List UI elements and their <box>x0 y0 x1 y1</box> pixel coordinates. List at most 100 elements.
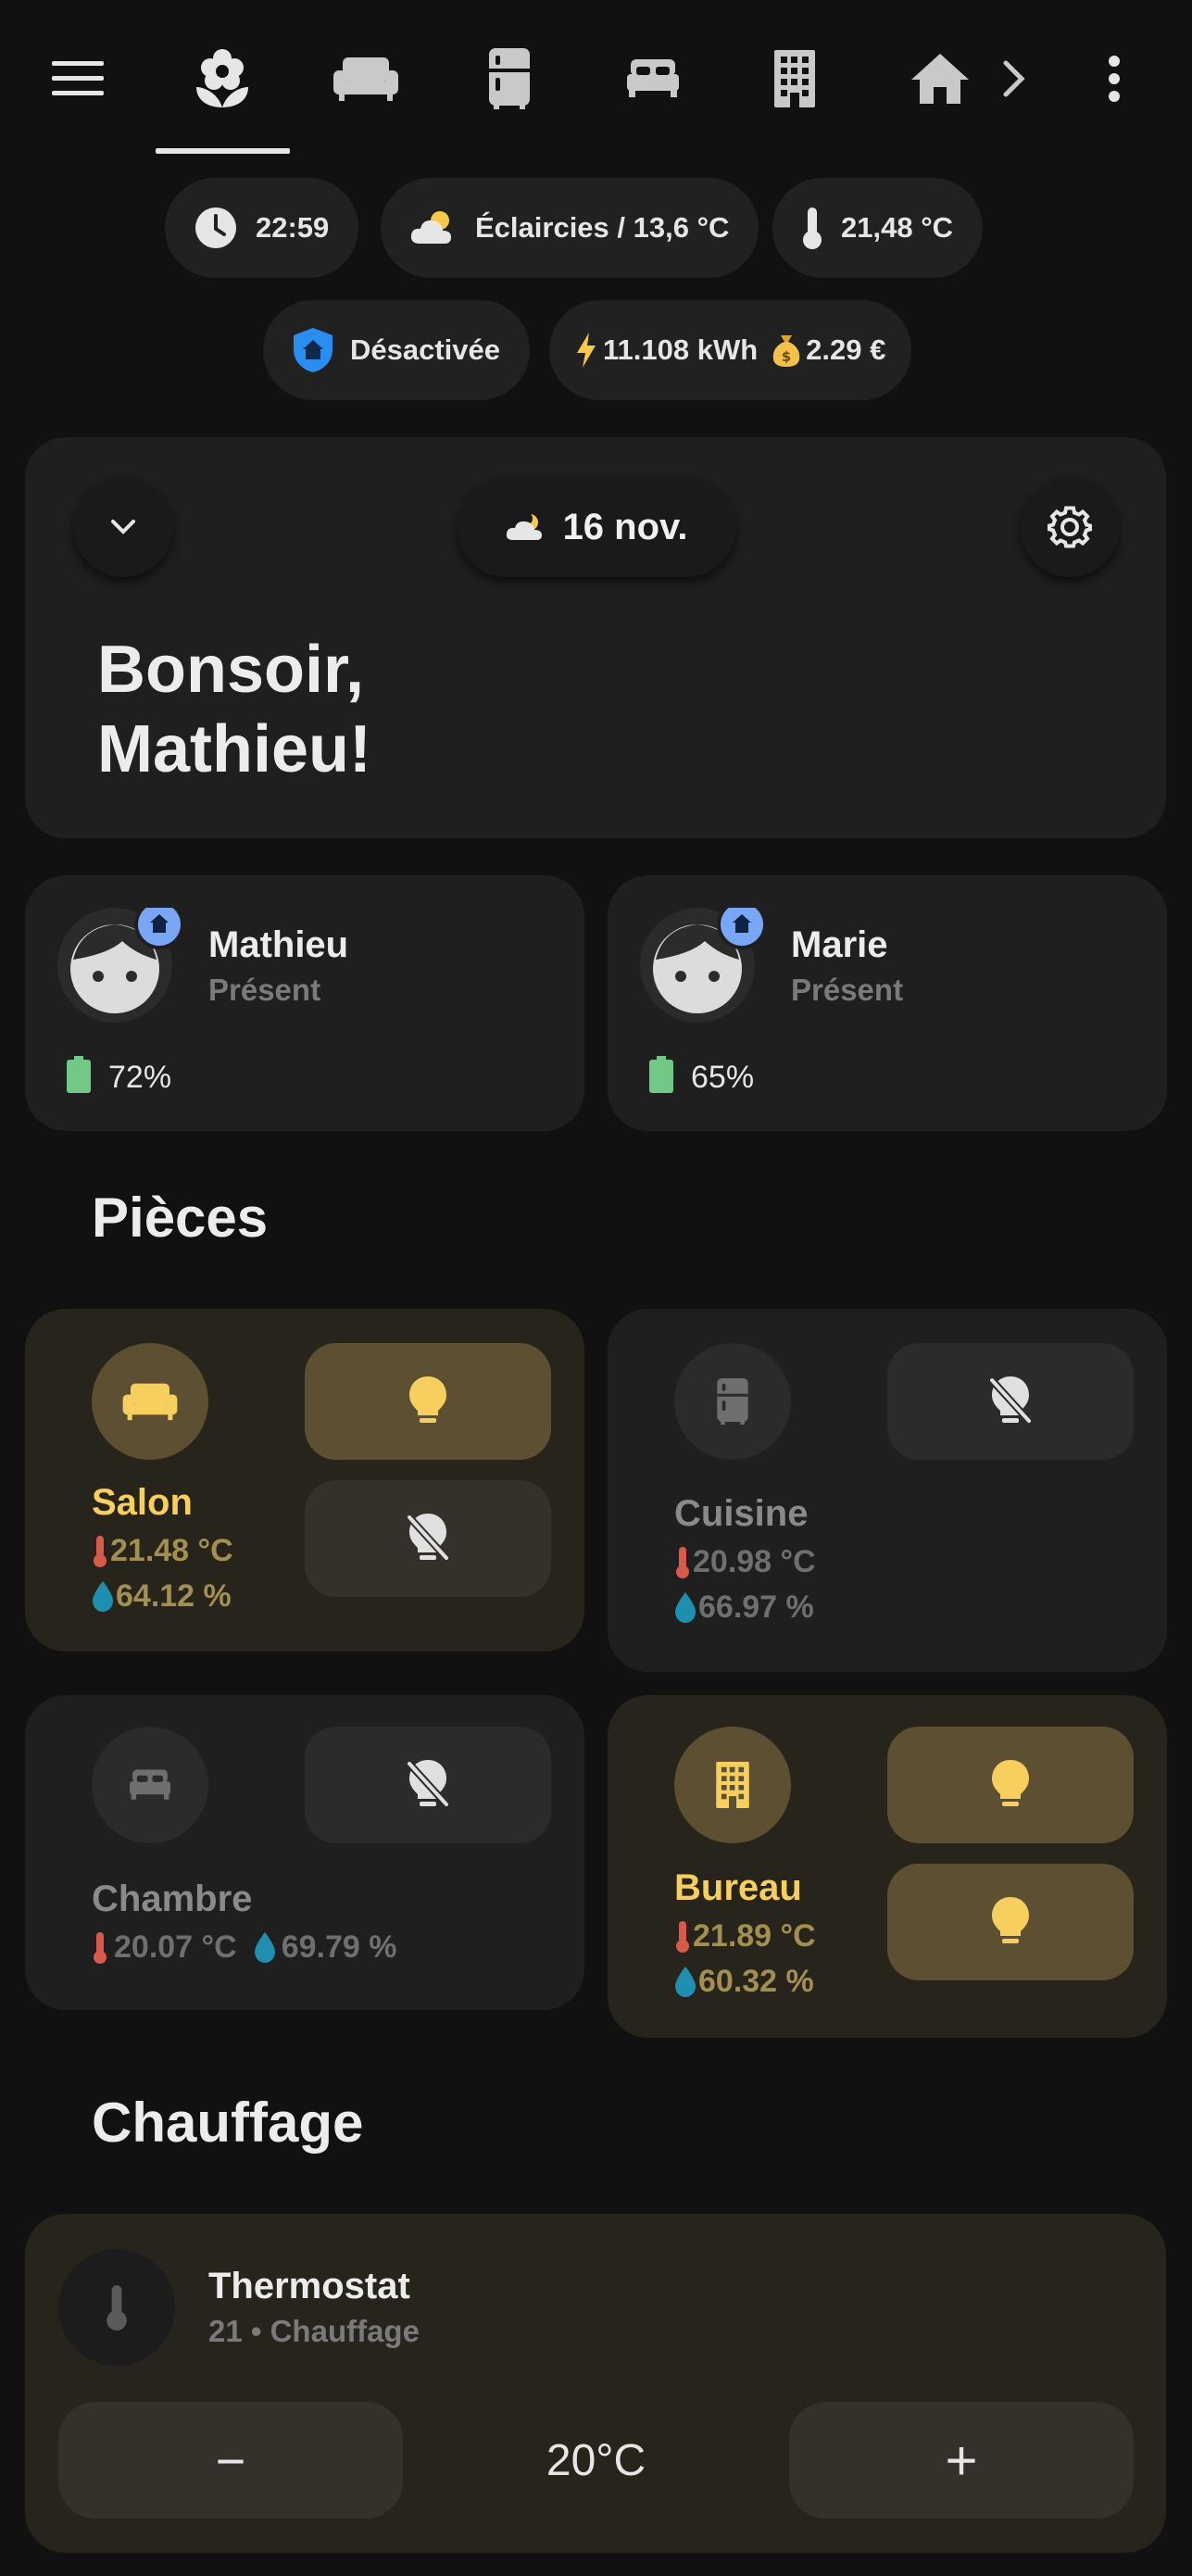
temperature-value: 20.07 °C <box>114 1929 237 1965</box>
thermostat-state: 21 • Chauffage <box>208 2314 420 2348</box>
time-chip[interactable]: 22:59 <box>165 178 359 278</box>
room-stats-inline: 20.07 °C 69.79 % <box>92 1929 396 1966</box>
room-humidity: 64.12 % <box>92 1578 232 1615</box>
room-humidity: 60.32 % <box>674 1964 814 2000</box>
partly-cloudy-icon <box>410 208 457 247</box>
fridge-icon[interactable] <box>674 1343 791 1460</box>
lightbulb-off-icon <box>988 1376 1033 1426</box>
room-humidity: 66.97 % <box>674 1590 814 1626</box>
temperature-value: 20.98 °C <box>693 1544 816 1579</box>
more-vertical-icon[interactable] <box>1077 42 1151 116</box>
temperature-value: 21.48 °C <box>110 1533 233 1568</box>
lightbulb-on-icon <box>992 1760 1029 1810</box>
battery-icon <box>649 1056 673 1093</box>
light-toggle-on[interactable] <box>305 1343 551 1460</box>
date-text: 16 nov. <box>562 506 688 547</box>
light-toggle-off[interactable] <box>305 1480 551 1597</box>
room-name: Bureau <box>674 1867 802 1908</box>
cost-text: 2.29 € <box>806 333 886 366</box>
sofa-icon[interactable] <box>329 42 403 116</box>
office-building-icon[interactable] <box>674 1727 791 1843</box>
temperature-value: 21.89 °C <box>693 1918 816 1954</box>
avatar <box>57 908 187 1037</box>
room-name: Cuisine <box>674 1493 809 1534</box>
settings-button[interactable] <box>1020 477 1120 577</box>
person-status: Présent <box>208 973 321 1007</box>
person-name: Marie <box>791 924 888 965</box>
energy-text: 11.108 kWh <box>603 333 759 366</box>
gear-icon <box>1047 504 1093 550</box>
top-navigation <box>0 0 1192 157</box>
room-name: Chambre <box>92 1879 253 1919</box>
humidity-value: 64.12 % <box>116 1578 232 1614</box>
person-status: Présent <box>791 973 904 1007</box>
heating-section-title: Chauffage <box>92 2092 364 2154</box>
date-pill[interactable]: 16 nov. <box>457 477 736 577</box>
sofa-icon[interactable] <box>92 1343 208 1460</box>
water-drop-icon <box>92 1580 114 1613</box>
clock-icon <box>194 207 237 249</box>
svg-text:$: $ <box>782 348 791 365</box>
rooms-section-title: Pièces <box>92 1187 269 1249</box>
increase-temperature-button[interactable]: + <box>789 2402 1134 2519</box>
money-bag-icon: $ <box>772 333 800 367</box>
humidity-value: 60.32 % <box>698 1964 814 1999</box>
fridge-icon[interactable] <box>472 42 546 116</box>
water-drop-icon <box>674 1591 696 1624</box>
energy-chip[interactable]: 11.108 kWh $ 2.29 € <box>549 300 912 400</box>
room-temperature: 20.98 °C <box>674 1544 816 1580</box>
light-toggle-off[interactable] <box>305 1727 551 1843</box>
thermometer-icon <box>92 1931 108 1965</box>
partly-cloudy-night-icon <box>506 511 546 543</box>
room-temperature: 21.48 °C <box>92 1533 233 1569</box>
battery-level: 65% <box>691 1060 755 1095</box>
temperature-text: 21,48 °C <box>841 211 953 244</box>
bed-icon[interactable] <box>616 42 690 116</box>
target-temperature: 20°C <box>546 2435 646 2485</box>
light-toggle-on[interactable] <box>887 1727 1134 1843</box>
thermometer-icon <box>674 1546 691 1579</box>
room-name: Salon <box>92 1482 193 1523</box>
chevron-right-icon[interactable] <box>977 42 1051 116</box>
lightbulb-on-icon <box>992 1897 1029 1947</box>
thermometer-icon[interactable] <box>58 2249 175 2366</box>
plus-icon: + <box>945 2429 978 2492</box>
decrease-temperature-button[interactable]: − <box>58 2402 403 2519</box>
light-toggle-off[interactable] <box>887 1343 1134 1460</box>
greeting-heading: Bonsoir, Mathieu! <box>97 630 371 789</box>
water-drop-icon <box>674 1966 696 1998</box>
avatar <box>640 908 770 1037</box>
chevron-down-icon <box>109 518 137 536</box>
weather-text: Éclaircies / 13,6 °C <box>475 211 730 244</box>
greeting-line-1: Bonsoir, <box>97 633 365 707</box>
thermometer-icon <box>92 1535 108 1568</box>
menu-icon[interactable] <box>41 42 115 116</box>
lightbulb-off-icon <box>406 1514 450 1564</box>
water-drop-icon <box>254 1931 276 1964</box>
flower-icon[interactable] <box>185 42 259 116</box>
alarm-chip[interactable]: Désactivée <box>263 300 531 400</box>
temperature-chip[interactable]: 21,48 °C <box>772 178 983 278</box>
weather-chip[interactable]: Éclaircies / 13,6 °C <box>381 178 759 278</box>
home-icon[interactable] <box>903 42 977 116</box>
lightbulb-off-icon <box>406 1760 450 1810</box>
light-toggle-on[interactable] <box>887 1864 1134 1980</box>
shield-home-icon <box>293 327 333 373</box>
bed-icon[interactable] <box>92 1727 208 1843</box>
collapse-button[interactable] <box>73 477 173 577</box>
humidity-value: 66.97 % <box>698 1590 814 1625</box>
thermostat-name: Thermostat <box>208 2266 410 2306</box>
battery-level: 72% <box>108 1060 172 1095</box>
office-building-icon[interactable] <box>758 42 832 116</box>
greeting-line-2: Mathieu! <box>97 712 371 786</box>
battery-icon <box>67 1056 91 1093</box>
alarm-text: Désactivée <box>350 333 501 366</box>
minus-icon: − <box>215 2431 246 2490</box>
thermometer-icon <box>802 206 822 250</box>
active-tab-indicator <box>156 148 290 154</box>
room-temperature: 21.89 °C <box>674 1918 816 1954</box>
humidity-value: 69.79 % <box>281 1929 397 1965</box>
lightning-bolt-icon <box>575 333 597 368</box>
thermometer-icon <box>674 1920 691 1954</box>
person-name: Mathieu <box>208 924 349 965</box>
